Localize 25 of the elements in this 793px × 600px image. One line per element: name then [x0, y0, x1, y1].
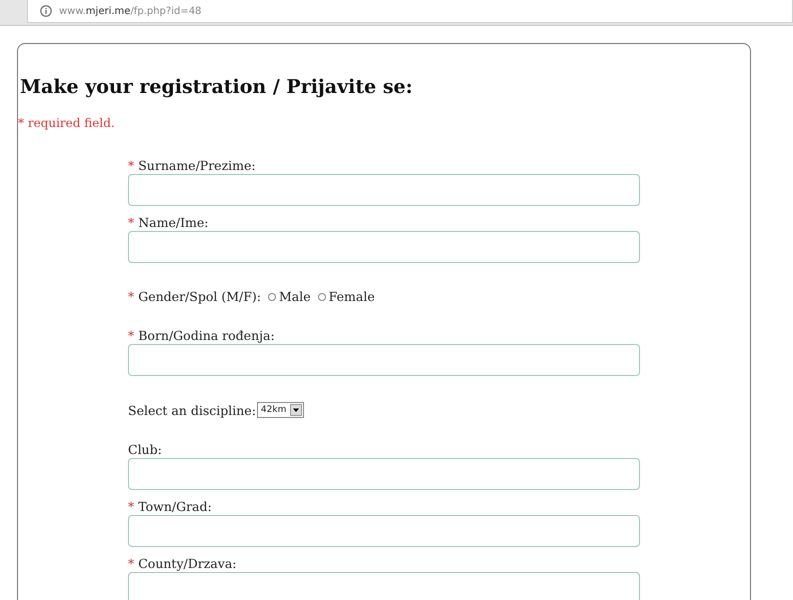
- discipline-dropdown[interactable]: 42km: [256, 402, 304, 418]
- field-label: * Name/Ime:: [128, 215, 210, 230]
- address-bar[interactable]: www.mjeri.me/fp.php?id=48: [27, 0, 793, 23]
- field-label: * Gender/Spol (M/F):: [128, 289, 261, 304]
- input-field[interactable]: [128, 458, 640, 490]
- input-field[interactable]: [128, 572, 640, 600]
- radio-button[interactable]: [318, 292, 326, 300]
- url-text: www.mjeri.me/fp.php?id=48: [59, 6, 202, 16]
- field-label: * Born/Godina rođenja:: [128, 328, 276, 343]
- field-label: * Surname/Prezime:: [128, 158, 257, 173]
- field-label: * Town/Grad:: [128, 499, 213, 514]
- input-field[interactable]: [128, 174, 640, 206]
- required-note: * required field.: [18, 116, 116, 130]
- info-icon[interactable]: [40, 5, 52, 17]
- field-label: Select an discipline:: [128, 402, 256, 418]
- radio-label: Male: [278, 289, 311, 304]
- caret-icon: [290, 404, 302, 416]
- input-field[interactable]: [128, 515, 640, 547]
- radio-label: Female: [328, 289, 375, 304]
- radio-button[interactable]: [268, 292, 276, 300]
- field-label: * County/Drzava:: [128, 556, 238, 571]
- field-label: Club:: [128, 442, 163, 457]
- form-title: Make your registration / Prijavite se:: [20, 76, 414, 98]
- input-field[interactable]: [128, 231, 640, 263]
- input-field[interactable]: [128, 344, 640, 376]
